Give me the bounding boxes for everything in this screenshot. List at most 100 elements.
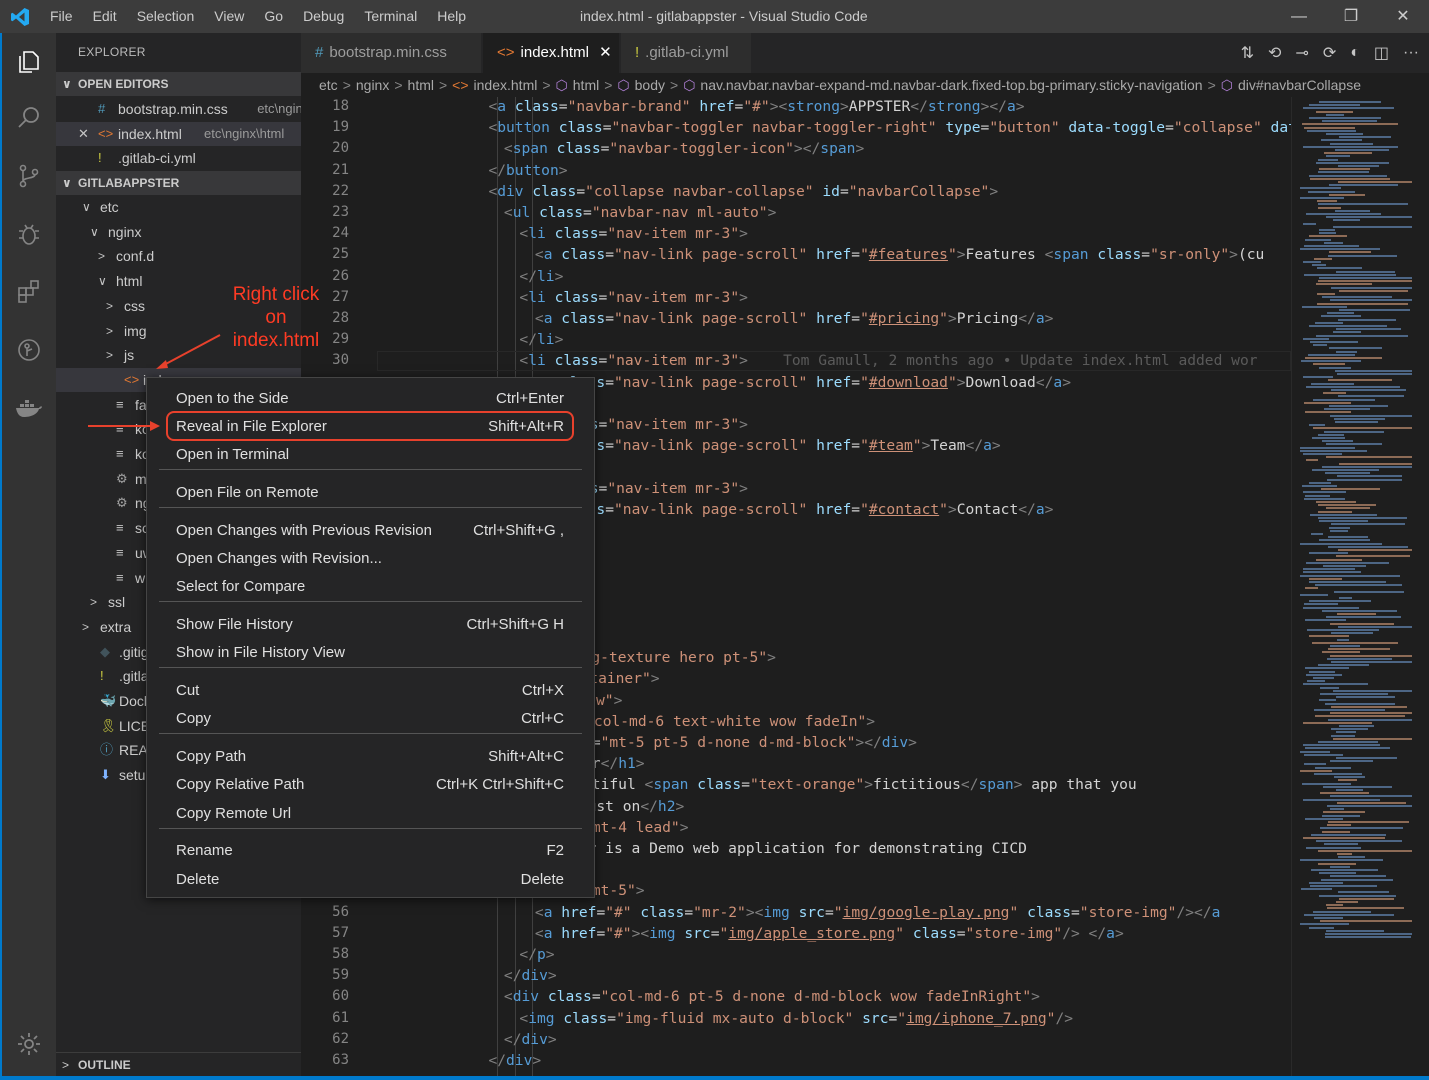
tab-bootstrap-min-css[interactable]: # bootstrap.min.css <box>301 33 481 73</box>
menu-item-copy-relative-path[interactable]: Copy Relative Path Ctrl+K Ctrl+Shift+C <box>147 771 594 799</box>
minimap-line <box>1313 398 1375 401</box>
menu-item-copy-path[interactable]: Copy Path Shift+Alt+C <box>147 743 594 771</box>
line-number: 62 <box>332 1030 349 1047</box>
tab-label: index.html <box>520 44 589 61</box>
menu-item-open-file-on-remote[interactable]: Open File on Remote <box>147 479 594 507</box>
search-icon[interactable] <box>14 103 44 133</box>
minimap[interactable] <box>1291 97 1429 1080</box>
menu-item-show-in-file-history-view[interactable]: Show in File History View <box>147 639 594 667</box>
open-changes-icon[interactable]: ⇅ <box>1241 43 1254 63</box>
breadcrumb-item[interactable]: etc <box>319 77 338 93</box>
close-icon[interactable]: ✕ <box>1377 0 1429 33</box>
breadcrumb-item[interactable]: html <box>408 77 434 93</box>
close-icon[interactable]: ✕ <box>595 44 612 61</box>
breadcrumb-item[interactable]: html <box>573 77 599 93</box>
code-line[interactable]: <a class="nav-link page-scroll" href="#d… <box>535 372 1071 393</box>
code-line[interactable]: <li class="nav-item mr-3"> <box>519 287 748 308</box>
code-line[interactable]: </div> <box>504 965 557 986</box>
tab-index-html[interactable]: <> index.html ✕ <box>483 33 619 73</box>
breadcrumb-item[interactable]: body <box>635 77 665 93</box>
code-line[interactable]: <span class="navbar-toggler-icon"></span… <box>504 138 864 159</box>
toggle-blame-icon[interactable]: ⊸ <box>1295 43 1308 63</box>
minimap-line <box>1315 766 1351 769</box>
code-line[interactable]: <a href="#"><img src="img/apple_store.pn… <box>535 923 1124 944</box>
code-line[interactable]: <a class="nav-link page-scroll" href="#t… <box>535 435 1001 456</box>
menu-item-copy[interactable]: Copy Ctrl+C <box>147 705 594 733</box>
open-editor-item[interactable]: ! .gitlab-ci.yml <box>56 146 301 170</box>
tab-gitlab-ci-yml[interactable]: ! .gitlab-ci.yml <box>621 33 751 73</box>
outline-section-header[interactable]: > OUTLINE <box>56 1052 301 1076</box>
code-line[interactable]: <a href="#" class="mr-2"><img src="img/g… <box>535 902 1221 923</box>
menu-go[interactable]: Go <box>254 0 293 33</box>
code-line[interactable]: </p> <box>519 944 554 965</box>
menu-item-open-changes-with-previous-revision[interactable]: Open Changes with Previous Revision Ctrl+… <box>147 517 594 545</box>
code-line[interactable]: <a class="nav-link page-scroll" href="#c… <box>535 499 1054 520</box>
menu-selection[interactable]: Selection <box>127 0 205 33</box>
menu-item-show-file-history[interactable]: Show File History Ctrl+Shift+G H <box>147 611 594 639</box>
code-line[interactable]: <button class = "navbar-toggler navbar-tog… <box>488 117 1291 138</box>
project-header[interactable]: ∨ GITLABAPPSTER <box>56 171 301 195</box>
next-revision-icon[interactable]: ⟳ <box>1323 43 1336 63</box>
breadcrumb-item[interactable]: nav.navbar.navbar-expand-md.navbar-dark.… <box>700 77 1202 93</box>
code-line[interactable]: <li class="nav-item mr-3"> <box>519 223 748 244</box>
breadcrumb-item[interactable]: index.html <box>474 77 538 93</box>
minimap-line <box>1327 907 1404 910</box>
menu-terminal[interactable]: Terminal <box>354 0 427 33</box>
gitlens-icon[interactable] <box>14 335 44 365</box>
menu-help[interactable]: Help <box>427 0 476 33</box>
files-icon[interactable] <box>14 45 44 75</box>
code-token: "col-md-6 text-white wow fadeIn" <box>585 712 867 730</box>
docker-icon[interactable] <box>14 393 44 423</box>
split-editor-icon[interactable]: ◫ <box>1374 43 1389 63</box>
code-line[interactable]: <div class="col-md-6 pt-5 d-none d-md-bl… <box>504 986 1040 1007</box>
menu-item-label: Select for Compare <box>176 578 306 595</box>
menu-item-rename[interactable]: Rename F2 <box>147 837 594 865</box>
code-line[interactable]: <a class="navbar-brand" href="#"><strong… <box>488 97 1024 117</box>
code-line[interactable]: </div> <box>504 1029 557 1050</box>
menu-item-select-for-compare[interactable]: Select for Compare <box>147 573 594 601</box>
menu-item-delete[interactable]: Delete Delete <box>147 866 594 894</box>
code-line[interactable]: </button> <box>488 160 567 181</box>
menu-edit[interactable]: Edit <box>83 0 127 33</box>
menu-item-copy-remote-url[interactable]: Copy Remote Url <box>147 800 594 828</box>
code-line[interactable]: </li> <box>519 266 563 287</box>
code-line[interactable]: </li> <box>519 329 563 350</box>
close-icon[interactable]: ✕ <box>78 122 89 146</box>
minimap-line <box>1302 123 1398 126</box>
breadcrumb-item[interactable]: div#navbarCollapse <box>1238 77 1361 93</box>
code-token: img <box>763 903 790 921</box>
gitlens-actions-icon[interactable]: ◐ <box>1350 44 1360 62</box>
code-line[interactable]: <div class="collapse navbar-collapse" id… <box>488 181 998 202</box>
menu-item-open-to-the-side[interactable]: Open to the Side Ctrl+Enter <box>147 385 594 413</box>
minimize-icon[interactable]: — <box>1273 0 1325 33</box>
code-line[interactable]: </div> <box>488 1050 541 1071</box>
source-control-icon[interactable] <box>14 161 44 191</box>
code-token: " <box>947 246 957 264</box>
gear-icon[interactable] <box>14 1029 44 1059</box>
previous-revision-icon[interactable]: ⟲ <box>1268 43 1281 63</box>
folder-item[interactable]: ∨ nginx <box>56 220 301 244</box>
menu-item-cut[interactable]: Cut Ctrl+X <box>147 677 594 705</box>
folder-item[interactable]: > conf.d <box>56 244 301 268</box>
menu-item-open-in-terminal[interactable]: Open in Terminal <box>147 441 594 469</box>
menu-item-open-changes-with-revision[interactable]: Open Changes with Revision... <box>147 545 594 573</box>
more-actions-icon[interactable]: ··· <box>1403 44 1419 62</box>
breadcrumb-item[interactable]: nginx <box>356 77 389 93</box>
code-line[interactable]: <li class="nav-item mr-3"> Tom Gamull, 2… <box>519 350 1257 371</box>
restore-icon[interactable]: ❐ <box>1325 0 1377 33</box>
open-editors-header[interactable]: ∨ OPEN EDITORS <box>56 72 301 96</box>
code-line[interactable]: <a class="nav-link page-scroll" href="#f… <box>535 244 1264 265</box>
debug-icon[interactable] <box>14 219 44 249</box>
extensions-icon[interactable] <box>14 277 44 307</box>
menu-view[interactable]: View <box>204 0 254 33</box>
menu-debug[interactable]: Debug <box>293 0 354 33</box>
code-line[interactable]: Appster is a Demo web application for de… <box>535 838 1027 859</box>
folder-item[interactable]: ∨ etc <box>56 195 301 219</box>
code-line[interactable]: <a class="nav-link page-scroll" href="#p… <box>535 308 1054 329</box>
code-line[interactable]: <ul class="navbar-nav ml-auto"> <box>504 202 776 223</box>
code-line[interactable]: <h2>A beautiful <span class="text-orange… <box>504 774 1137 795</box>
open-editor-item[interactable]: # bootstrap.min.css etc\nginx... <box>56 97 301 121</box>
open-editor-item[interactable]: ✕ <> index.html etc\nginx\html <box>56 121 301 146</box>
code-line[interactable]: <img class="img-fluid mx-auto d-block" s… <box>519 1008 1073 1029</box>
menu-file[interactable]: File <box>40 0 83 33</box>
